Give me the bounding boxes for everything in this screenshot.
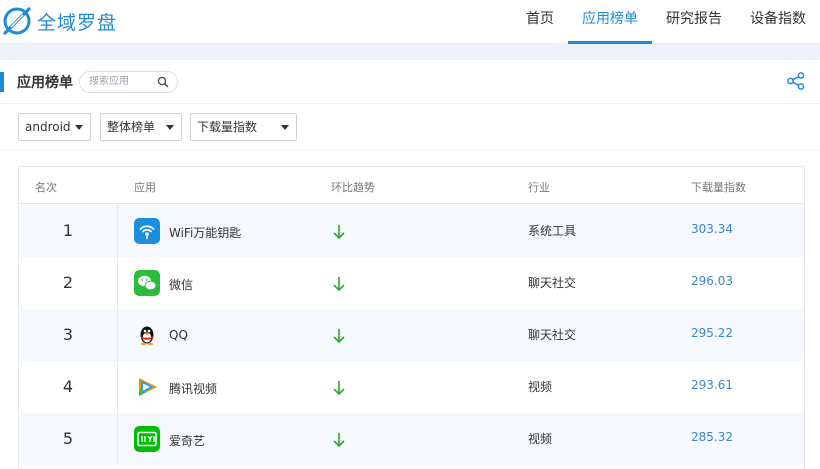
metric-select-value: 下载量指数 [197,120,258,134]
chevron-down-icon [281,125,289,130]
download-index-value[interactable]: 295.22 [691,326,733,340]
app-name-link[interactable]: WiFi万能钥匙 [169,224,241,241]
rank-cell: 1 [19,205,118,257]
title-accent-bar [0,72,4,92]
industry-cell: 视频 [528,380,553,394]
app-name-link[interactable]: 爱奇艺 [169,432,205,449]
main-nav: 首页 应用榜单 研究报告 设备指数 [512,0,820,44]
search-box[interactable] [79,71,178,93]
platform-select[interactable]: android [18,113,91,141]
download-index-value[interactable]: 293.61 [691,378,733,392]
trend-down-arrow-icon [333,433,345,448]
rank-cell: 2 [19,257,118,309]
chart-type-select-value: 整体榜单 [107,120,156,134]
column-header-rank: 名次 [35,181,57,194]
nav-research-reports[interactable]: 研究报告 [652,0,736,44]
download-index-value[interactable]: 285.32 [691,430,733,444]
table-row[interactable]: 3 QQ 聊天社交 295.22 [19,309,804,361]
app-name-link[interactable]: 微信 [169,276,193,293]
download-index-value[interactable]: 303.34 [691,222,733,236]
industry-cell: 视频 [528,432,553,446]
chart-type-select[interactable]: 整体榜单 [100,113,182,141]
rankings-card: 应用榜单 android 整体榜单 下载量指数 [0,60,820,469]
industry-cell: 聊天社交 [528,276,577,290]
qq-penguin-icon[interactable] [134,322,160,348]
industry-cell: 系统工具 [528,224,577,238]
nav-app-rankings[interactable]: 应用榜单 [568,0,652,44]
column-header-trend: 环比趋势 [331,181,375,194]
rank-cell: 4 [19,361,118,413]
app-name-link[interactable]: 腾讯视频 [169,380,217,397]
industry-cell: 聊天社交 [528,328,577,342]
trend-down-arrow-icon [333,225,345,240]
filter-bar: android 整体榜单 下载量指数 [0,105,820,151]
share-icon[interactable] [786,71,806,91]
compass-logo-icon [3,7,31,35]
table-row[interactable]: 4 腾讯视频 视频 293.61 [19,361,804,413]
column-header-industry: 行业 [528,181,550,194]
download-index-value[interactable]: 296.03 [691,274,733,288]
chevron-down-icon [75,125,83,130]
search-input[interactable] [89,76,159,87]
chevron-down-icon [166,125,174,130]
logo-text: 全域罗盘 [37,11,118,34]
card-header: 应用榜单 [0,60,820,104]
table-row[interactable]: 5 爱奇艺 视频 285.32 [19,413,804,465]
table-row[interactable]: 1 WiFi万能钥匙 系统工具 303.34 [19,205,804,257]
nav-device-index[interactable]: 设备指数 [736,0,820,44]
table-header: 名次 应用 环比趋势 行业 下载量指数 [19,167,804,204]
app-name-link[interactable]: QQ [169,328,188,342]
search-icon[interactable] [157,76,169,88]
page-title: 应用榜单 [17,75,73,91]
wechat-icon[interactable] [134,270,160,296]
wifi-key-icon[interactable] [134,218,160,244]
tencent-video-icon[interactable] [134,374,160,400]
metric-select[interactable]: 下载量指数 [190,113,297,141]
rank-cell: 3 [19,309,118,361]
logo[interactable]: 全域罗盘 [0,4,117,38]
trend-down-arrow-icon [333,277,345,292]
iqiyi-icon[interactable] [134,426,160,452]
trend-down-arrow-icon [333,381,345,396]
nav-home[interactable]: 首页 [512,0,568,44]
column-header-download-index: 下载量指数 [691,181,746,194]
top-header: 全域罗盘 首页 应用榜单 研究报告 设备指数 [0,0,820,44]
platform-select-value: android [25,120,71,134]
rank-cell: 5 [19,413,118,465]
rankings-table: 名次 应用 环比趋势 行业 下载量指数 1 WiFi万能钥匙 系统工具 303.… [18,166,805,469]
column-header-app: 应用 [134,181,156,194]
trend-down-arrow-icon [333,329,345,344]
table-row[interactable]: 2 微信 聊天社交 296.03 [19,257,804,309]
